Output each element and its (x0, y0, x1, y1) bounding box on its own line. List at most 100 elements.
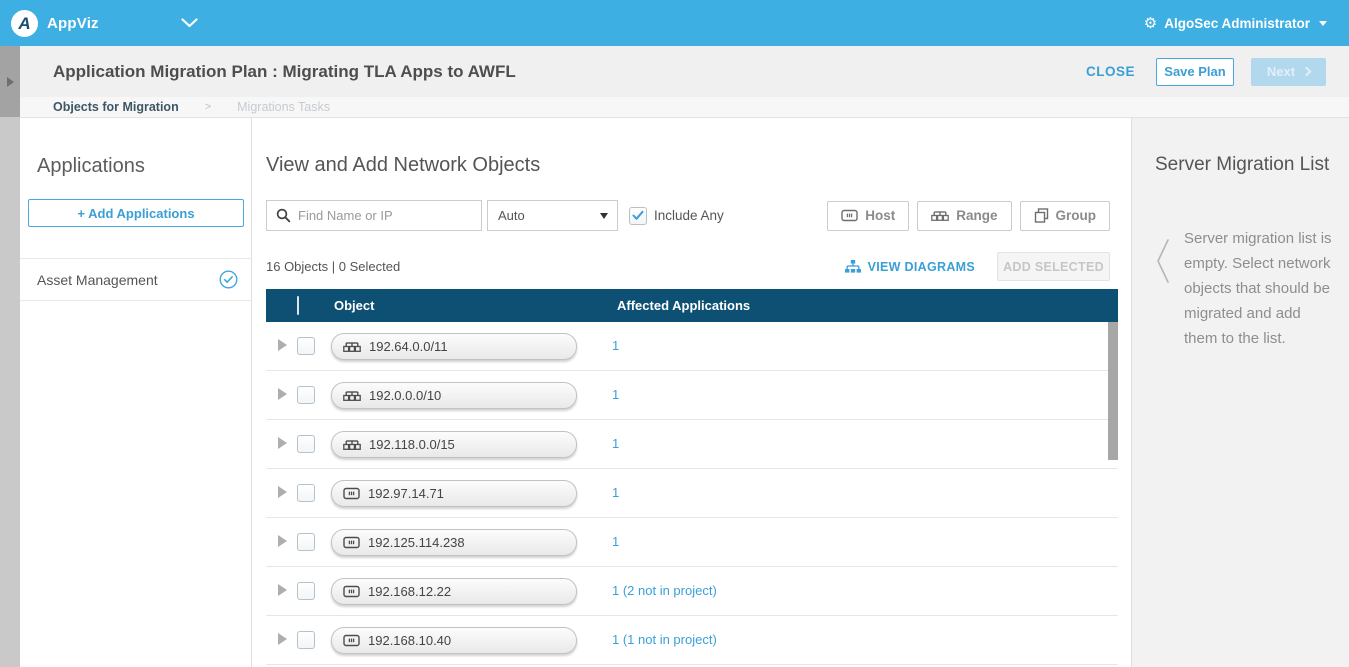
app-switcher-chevron-down-icon[interactable] (181, 18, 198, 28)
row-checkbox[interactable] (297, 435, 315, 453)
range-icon (343, 438, 361, 451)
range-icon (931, 209, 949, 222)
dropdown-selected-value: Auto (498, 208, 600, 223)
row-checkbox[interactable] (297, 631, 315, 649)
host-icon (343, 487, 360, 500)
collapsed-side-strip (0, 46, 20, 667)
range-button-label: Range (956, 208, 997, 223)
diagram-icon (845, 260, 861, 274)
range-icon (343, 389, 361, 402)
next-button-label: Next (1267, 64, 1295, 79)
sidebar-title: Applications (37, 155, 251, 178)
affected-applications-link[interactable]: 1 (2 not in project) (612, 583, 717, 598)
expand-row-arrow-icon[interactable] (278, 535, 287, 547)
object-pill-label: 192.125.114.238 (368, 535, 465, 550)
include-any-label: Include Any (654, 208, 724, 223)
filter-row: Auto Include Any (266, 200, 1131, 231)
affected-applications-link[interactable]: 1 (612, 436, 619, 451)
select-all-checkbox[interactable] (297, 296, 299, 315)
view-diagrams-label: VIEW DIAGRAMS (868, 260, 975, 274)
add-selected-button[interactable]: ADD SELECTED (997, 252, 1110, 281)
objects-summary: 16 Objects | 0 Selected (266, 259, 400, 274)
affected-applications-link[interactable]: 1 (612, 534, 619, 549)
expand-row-arrow-icon[interactable] (278, 339, 287, 351)
gear-icon: ⚙ (1144, 16, 1157, 31)
range-icon (343, 340, 361, 353)
sidebar-item-asset-management[interactable]: Asset Management (20, 258, 251, 301)
table-scrollbar-thumb[interactable] (1108, 322, 1118, 460)
app-name: AppViz (47, 15, 99, 32)
content: Applications + Add Applications Asset Ma… (20, 118, 1349, 667)
network-object-pill: 192.97.14.71 (331, 480, 577, 507)
host-button[interactable]: Host (827, 201, 909, 231)
network-object-pill: 192.0.0.0/10 (331, 382, 577, 409)
user-menu[interactable]: ⚙ AlgoSec Administrator (1144, 16, 1327, 31)
expand-row-arrow-icon[interactable] (278, 437, 287, 449)
server-migration-list-panel: Server Migration List Server migration l… (1131, 118, 1349, 667)
empty-state-message: Server migration list is empty. Select n… (1184, 226, 1333, 351)
applications-list: Asset Management (20, 258, 251, 301)
expand-row-arrow-icon[interactable] (278, 486, 287, 498)
checkmark-icon (632, 210, 644, 221)
network-object-pill: 192.168.12.22 (331, 578, 577, 605)
group-button[interactable]: Group (1020, 201, 1111, 231)
row-checkbox[interactable] (297, 337, 315, 355)
save-plan-button[interactable]: Save Plan (1156, 58, 1234, 86)
host-icon (343, 536, 360, 549)
collapse-panel-chevron-left-icon[interactable] (1155, 238, 1171, 284)
user-menu-caret-icon (1319, 21, 1327, 26)
table-row: 192.168.10.40 1 (1 not in project) (266, 616, 1118, 665)
host-icon (343, 634, 360, 647)
appviz-logo-icon: A (11, 10, 38, 37)
breadcrumb-objects-for-migration[interactable]: Objects for Migration (53, 100, 179, 114)
row-checkbox[interactable] (297, 582, 315, 600)
next-button[interactable]: Next (1251, 58, 1326, 86)
group-icon (1034, 208, 1049, 223)
applications-sidebar: Applications + Add Applications Asset Ma… (20, 118, 252, 667)
next-chevron-right-icon (1302, 67, 1312, 77)
main-title: View and Add Network Objects (266, 154, 1131, 177)
search-box (266, 200, 482, 231)
close-link[interactable]: CLOSE (1086, 64, 1135, 79)
object-pill-label: 192.64.0.0/11 (369, 339, 448, 354)
column-header-object: Object (334, 298, 374, 313)
network-object-pill: 192.168.10.40 (331, 627, 577, 654)
range-button[interactable]: Range (917, 201, 1011, 231)
affected-applications-link[interactable]: 1 (612, 485, 619, 500)
network-object-pill: 192.64.0.0/11 (331, 333, 577, 360)
row-checkbox[interactable] (297, 533, 315, 551)
summary-row: 16 Objects | 0 Selected VIEW DIAGRAMS AD… (266, 252, 1131, 281)
add-applications-button[interactable]: + Add Applications (28, 199, 244, 227)
table-row: 192.125.114.238 1 (266, 518, 1118, 567)
host-icon (841, 209, 858, 222)
include-any-checkbox[interactable] (629, 207, 647, 225)
row-checkbox[interactable] (297, 484, 315, 502)
search-input[interactable] (298, 208, 481, 223)
expand-panel-arrow-icon[interactable] (7, 77, 14, 87)
affected-applications-link[interactable]: 1 (612, 387, 619, 402)
breadcrumb-migrations-tasks[interactable]: Migrations Tasks (237, 100, 330, 114)
expand-row-arrow-icon[interactable] (278, 633, 287, 645)
table-row: 192.168.12.22 1 (2 not in project) (266, 567, 1118, 616)
affected-applications-link[interactable]: 1 (1 not in project) (612, 632, 717, 647)
object-pill-label: 192.0.0.0/10 (369, 388, 441, 403)
table-row: 192.118.0.0/15 1 (266, 420, 1118, 469)
user-menu-label: AlgoSec Administrator (1164, 16, 1310, 31)
dropdown-arrow-icon (600, 213, 608, 219)
view-diagrams-link[interactable]: VIEW DIAGRAMS (845, 260, 975, 274)
breadcrumb-separator: > (205, 101, 211, 113)
search-icon (276, 208, 291, 223)
expand-row-arrow-icon[interactable] (278, 388, 287, 400)
expand-row-arrow-icon[interactable] (278, 584, 287, 596)
breadcrumb: Objects for Migration > Migrations Tasks (20, 97, 1349, 118)
group-button-label: Group (1056, 208, 1097, 223)
page-title: Application Migration Plan : Migrating T… (53, 62, 516, 82)
server-migration-list-title: Server Migration List (1155, 154, 1333, 176)
network-objects-table: Object Affected Applications (266, 289, 1118, 665)
collapsed-side-strip-header (0, 46, 20, 117)
row-checkbox[interactable] (297, 386, 315, 404)
table-row: 192.0.0.0/10 1 (266, 371, 1118, 420)
affected-applications-link[interactable]: 1 (612, 338, 619, 353)
filter-type-dropdown[interactable]: Auto (487, 200, 618, 231)
topbar: A AppViz ⚙ AlgoSec Administrator (0, 0, 1349, 46)
